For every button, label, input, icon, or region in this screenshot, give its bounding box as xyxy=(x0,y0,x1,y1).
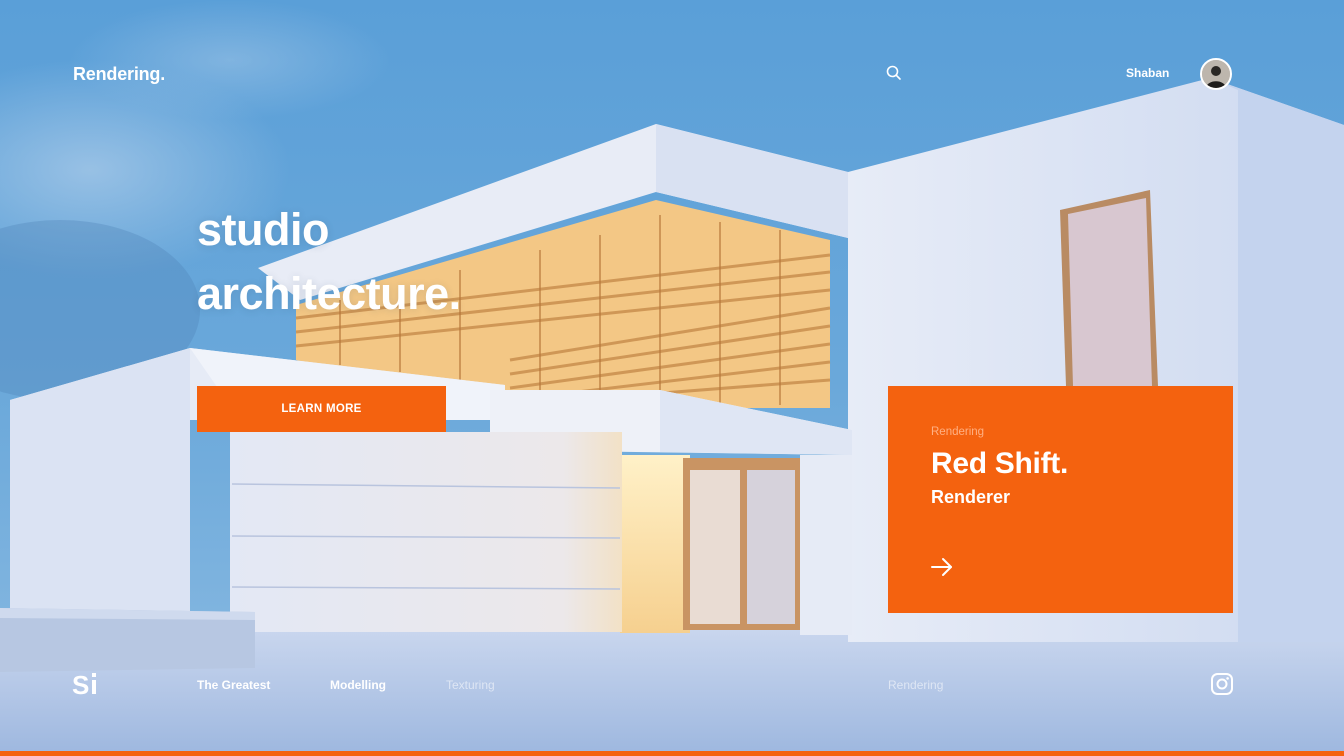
user-name[interactable]: Shaban xyxy=(1126,66,1169,80)
search-icon[interactable] xyxy=(885,64,903,82)
nav-item-modelling[interactable]: Modelling xyxy=(330,678,386,692)
arrow-right-icon[interactable] xyxy=(929,554,955,580)
nav-item-the-greatest[interactable]: The Greatest xyxy=(197,678,270,692)
feature-card[interactable]: Rendering Red Shift. Renderer xyxy=(888,386,1233,613)
card-subtitle: Renderer xyxy=(931,487,1011,507)
bottom-accent-bar xyxy=(0,751,1344,756)
hero-background-image xyxy=(0,0,1344,756)
card-eyebrow: Rendering xyxy=(931,426,985,438)
hero-title: studio architecture. xyxy=(197,198,461,326)
nav-item-texturing[interactable]: Texturing xyxy=(446,678,495,692)
hero-title-line-2: architecture. xyxy=(197,268,461,319)
instagram-icon[interactable] xyxy=(1210,672,1234,696)
nav-item-rendering[interactable]: Rendering xyxy=(888,678,943,692)
si-logo-icon[interactable]: S xyxy=(72,670,102,698)
user-avatar-icon xyxy=(1202,60,1230,88)
hero-title-line-1: studio xyxy=(197,204,329,255)
svg-text:S: S xyxy=(72,670,89,698)
avatar[interactable] xyxy=(1200,58,1232,90)
learn-more-button[interactable]: LEARN MORE xyxy=(197,386,446,432)
site-logo[interactable]: Rendering. xyxy=(73,64,165,85)
card-title: Red Shift. xyxy=(931,447,1068,480)
